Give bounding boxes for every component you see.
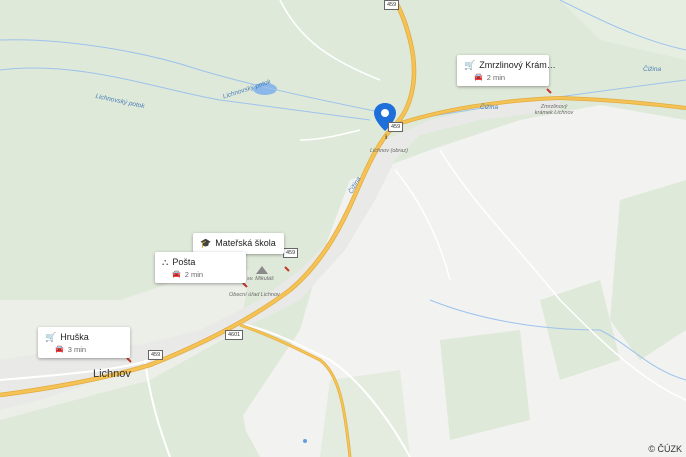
place-label: Zmrzlinový krámek Lichnov (534, 104, 574, 116)
poi-name: Zmrzlinový Krám… (479, 60, 556, 70)
car-icon: 🚘 (474, 74, 483, 81)
cart-icon: 🛒 (464, 59, 476, 70)
post-office-icon: ⛬ (162, 256, 169, 267)
place-label: Lichnov (obraz) (370, 148, 408, 154)
map-base (0, 0, 686, 457)
poi-callout-materska-skola[interactable]: 🎓 Mateřská škola (193, 233, 284, 254)
school-icon: 🎓 (200, 237, 212, 248)
road-shield: 4601 (225, 330, 244, 340)
poi-time: 3 min (67, 345, 87, 354)
cart-icon: 🛒 (45, 331, 57, 342)
poi-callout-zmrzlinovy-kramek[interactable]: 🛒 Zmrzlinový Krám… 🚘 2 min (457, 55, 556, 86)
poi-name: Hruška (60, 332, 89, 342)
car-icon: 🚘 (172, 271, 181, 278)
town-label: Lichnov (93, 368, 131, 380)
church-symbol (256, 266, 268, 274)
place-label: Obecní úřad Lichnov (229, 292, 280, 298)
map-attribution[interactable]: © ČÚZK (648, 444, 682, 454)
poi-name: Mateřská škola (215, 238, 276, 248)
poi-callout-hruska[interactable]: 🛒 Hruška 🚘 3 min (38, 327, 130, 358)
poi-time: 2 min (184, 270, 204, 279)
road-shield: 459 (283, 248, 299, 258)
info-icon: ℹ (385, 135, 388, 141)
road-shield: 459 (384, 0, 400, 10)
place-label: sv. Mikuláš (247, 276, 274, 282)
poi-time: 2 min (486, 73, 506, 82)
stream-label: Čižina (643, 66, 662, 73)
stream-label: Čižina (480, 104, 499, 111)
road-shield: 459 (388, 122, 404, 132)
car-icon: 🚘 (55, 346, 64, 353)
poi-callout-posta[interactable]: ⛬ Pošta 🚘 2 min (155, 252, 246, 283)
road-shield: 459 (148, 350, 164, 360)
map-canvas[interactable]: Lichnov Lichnovský potok Lichnovský poto… (0, 0, 686, 457)
poi-name: Pošta (172, 257, 196, 267)
